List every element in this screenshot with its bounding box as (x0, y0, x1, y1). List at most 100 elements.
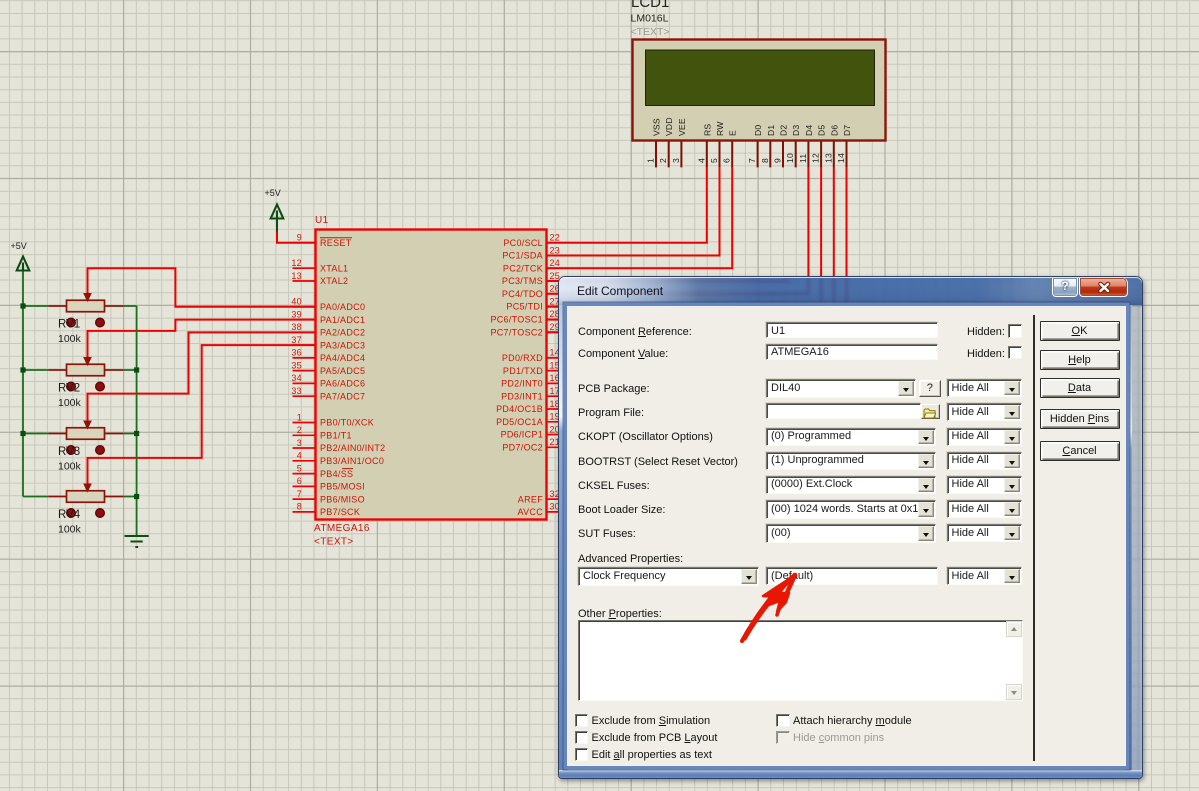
svg-text:PB5/MOSI: PB5/MOSI (320, 482, 365, 492)
svg-text:PC1/SDA: PC1/SDA (502, 251, 543, 261)
svg-text:RESET: RESET (320, 238, 352, 248)
svg-text:PD0/RXD: PD0/RXD (502, 353, 543, 363)
svg-text:D7: D7 (842, 125, 852, 136)
svg-text:PB7/SCK: PB7/SCK (320, 507, 360, 517)
svg-text:RV4: RV4 (58, 509, 81, 521)
svg-text:+5V: +5V (11, 241, 27, 251)
svg-text:PA6/ADC6: PA6/ADC6 (320, 379, 365, 389)
svg-text:PC4/TDO: PC4/TDO (502, 289, 543, 299)
svg-text:37: 37 (291, 335, 302, 345)
svg-text:2: 2 (658, 158, 668, 163)
svg-text:2: 2 (297, 425, 302, 435)
svg-text:23: 23 (550, 245, 561, 255)
svg-text:D3: D3 (791, 125, 801, 136)
svg-text:PD5/OC1A: PD5/OC1A (496, 417, 543, 427)
svg-text:4: 4 (696, 158, 706, 163)
svg-text:PA1/ADC1: PA1/ADC1 (320, 315, 365, 325)
svg-text:5: 5 (297, 463, 302, 473)
svg-text:PD7/OC2: PD7/OC2 (502, 443, 543, 453)
svg-text:D5: D5 (817, 125, 827, 136)
svg-text:1: 1 (297, 412, 302, 422)
svg-text:VSS: VSS (652, 118, 662, 136)
svg-text:RV3: RV3 (58, 446, 80, 458)
svg-text:14: 14 (836, 153, 846, 163)
svg-text:PB0/T0/XCK: PB0/T0/XCK (320, 418, 374, 428)
svg-text:35: 35 (291, 360, 302, 370)
svg-text:D2: D2 (779, 125, 789, 136)
svg-text:XTAL1: XTAL1 (320, 263, 348, 273)
svg-text:12: 12 (811, 153, 821, 163)
svg-text:PB2/AIN0/INT2: PB2/AIN0/INT2 (320, 443, 385, 453)
svg-text:PD2/INT0: PD2/INT0 (501, 379, 543, 389)
svg-text:PD1/TXD: PD1/TXD (503, 366, 543, 376)
svg-text:VDD: VDD (664, 117, 674, 136)
svg-text:AREF: AREF (518, 494, 543, 504)
svg-text:PB6/MISO: PB6/MISO (320, 494, 365, 504)
svg-text:100k: 100k (58, 461, 82, 473)
svg-text:D0: D0 (753, 125, 763, 136)
svg-text:6: 6 (297, 476, 302, 486)
svg-text:VEE: VEE (677, 118, 687, 136)
svg-text:LM016L: LM016L (631, 13, 669, 25)
svg-text:13: 13 (291, 271, 302, 281)
svg-text:PC5/TDI: PC5/TDI (506, 302, 543, 312)
svg-text:RS: RS (702, 124, 712, 136)
svg-text:U1: U1 (315, 215, 329, 226)
svg-text:PC2/TCK: PC2/TCK (503, 263, 543, 273)
svg-text:100k: 100k (58, 524, 82, 536)
svg-text:RW: RW (715, 121, 725, 136)
svg-text:7: 7 (747, 158, 757, 163)
svg-text:33: 33 (291, 386, 302, 396)
svg-text:8: 8 (297, 502, 302, 512)
svg-text:3: 3 (297, 438, 302, 448)
svg-text:D6: D6 (829, 125, 839, 136)
svg-text:<TEXT>: <TEXT> (631, 26, 670, 38)
svg-text:13: 13 (823, 153, 833, 163)
svg-text:D4: D4 (804, 125, 814, 136)
svg-text:PC0/SCL: PC0/SCL (503, 238, 543, 248)
svg-text:PA2/ADC2: PA2/ADC2 (320, 328, 365, 338)
svg-text:PA7/ADC7: PA7/ADC7 (320, 391, 365, 401)
svg-text:24: 24 (550, 258, 561, 268)
svg-text:PC6/TOSC1: PC6/TOSC1 (490, 315, 543, 325)
svg-text:38: 38 (291, 322, 302, 332)
svg-text:22: 22 (550, 233, 561, 243)
svg-text:5: 5 (709, 158, 719, 163)
svg-text:PB3/AIN1/OC0: PB3/AIN1/OC0 (320, 456, 384, 466)
svg-text:PC7/TOSC2: PC7/TOSC2 (490, 327, 543, 337)
svg-text:PA5/ADC5: PA5/ADC5 (320, 366, 365, 376)
svg-text:RV1: RV1 (58, 319, 80, 331)
svg-text:3: 3 (671, 158, 681, 163)
svg-text:RV2: RV2 (58, 383, 80, 395)
svg-text:7: 7 (297, 489, 302, 499)
svg-text:PD3/INT1: PD3/INT1 (501, 391, 543, 401)
svg-text:PA4/ADC4: PA4/ADC4 (320, 353, 365, 363)
svg-text:PB1/T1: PB1/T1 (320, 431, 352, 441)
svg-text:39: 39 (291, 309, 302, 319)
svg-text:PA3/ADC3: PA3/ADC3 (320, 340, 365, 350)
svg-text:PB4/SS: PB4/SS (320, 469, 353, 479)
svg-text:+5V: +5V (265, 188, 281, 198)
svg-text:<TEXT>: <TEXT> (314, 537, 354, 548)
svg-text:40: 40 (291, 297, 302, 307)
svg-text:PC3/TMS: PC3/TMS (502, 276, 543, 286)
svg-text:LCD1: LCD1 (631, 0, 669, 11)
svg-text:10: 10 (785, 153, 795, 163)
svg-text:9: 9 (773, 158, 783, 163)
svg-text:AVCC: AVCC (517, 507, 543, 517)
svg-text:PA0/ADC0: PA0/ADC0 (320, 302, 365, 312)
svg-text:1: 1 (646, 158, 656, 163)
svg-text:36: 36 (291, 348, 302, 358)
svg-text:4: 4 (297, 451, 302, 461)
svg-text:XTAL2: XTAL2 (320, 276, 348, 286)
svg-text:6: 6 (722, 158, 732, 163)
svg-text:100k: 100k (58, 397, 82, 409)
svg-text:PD6/ICP1: PD6/ICP1 (501, 430, 543, 440)
svg-text:11: 11 (798, 154, 808, 163)
svg-text:8: 8 (760, 158, 770, 163)
svg-text:D1: D1 (766, 125, 776, 136)
svg-text:12: 12 (291, 258, 302, 268)
svg-text:9: 9 (297, 233, 302, 243)
svg-text:E: E (728, 130, 738, 136)
svg-text:PD4/OC1B: PD4/OC1B (496, 404, 543, 414)
